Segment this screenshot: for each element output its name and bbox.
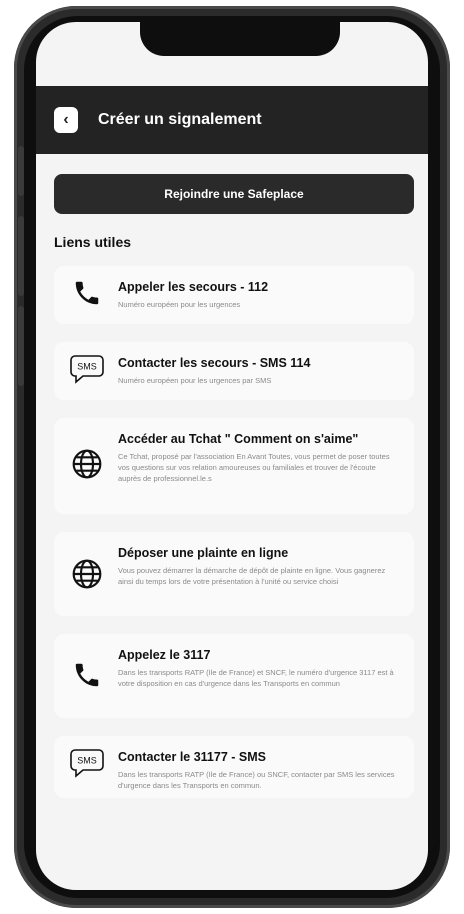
- app-screen: ‹ Créer un signalement Rejoindre une Saf…: [36, 22, 428, 890]
- link-description: Ce Tchat, proposé par l'association En A…: [118, 452, 390, 483]
- link-description: Dans les transports RATP (Ile de France)…: [118, 668, 394, 688]
- link-online-complaint[interactable]: Déposer une plainte en ligne Vous pouvez…: [54, 532, 414, 616]
- app-header: ‹ Créer un signalement: [36, 86, 428, 154]
- page-title: Créer un signalement: [98, 111, 262, 128]
- sms-icon: SMS: [66, 354, 108, 384]
- sms-icon-text: SMS: [77, 362, 97, 372]
- sms-icon-text: SMS: [77, 756, 97, 766]
- useful-links-list: Appeler les secours - 112 Numéro europée…: [54, 266, 414, 816]
- link-description: Numéro européen pour les urgences par SM…: [118, 376, 272, 385]
- link-title: Appeler les secours - 112: [118, 280, 269, 294]
- link-description: Numéro européen pour les urgences: [118, 300, 241, 309]
- link-title: Déposer une plainte en ligne: [118, 546, 289, 560]
- link-title: Contacter le 31177 - SMS: [118, 750, 266, 764]
- back-button[interactable]: ‹: [54, 107, 78, 133]
- camera-notch: [140, 22, 340, 56]
- globe-icon: [66, 558, 108, 590]
- link-description: Dans les transports RATP (Ile de France)…: [118, 770, 395, 790]
- link-title: Contacter les secours - SMS 114: [118, 356, 311, 370]
- phone-icon: [66, 660, 108, 690]
- link-call-3117[interactable]: Appelez le 3117 Dans les transports RATP…: [54, 634, 414, 718]
- link-sms-114[interactable]: SMS Contacter les secours - SMS 114 Numé…: [54, 342, 414, 400]
- sms-icon: SMS: [66, 748, 108, 778]
- link-description: Vous pouvez démarrer la démarche de dépô…: [118, 566, 386, 586]
- phone-icon: [66, 278, 108, 308]
- link-chat-comment-on-s-aime[interactable]: Accéder au Tchat " Comment on s'aime" Ce…: [54, 418, 414, 514]
- join-safeplace-button[interactable]: Rejoindre une Safeplace: [54, 174, 414, 214]
- chevron-left-icon: ‹: [63, 111, 69, 128]
- useful-links-heading: Liens utiles: [54, 234, 132, 250]
- globe-icon: [66, 448, 108, 480]
- link-call-112[interactable]: Appeler les secours - 112 Numéro europée…: [54, 266, 414, 324]
- link-title: Accéder au Tchat " Comment on s'aime": [118, 432, 359, 446]
- link-title: Appelez le 3117: [118, 648, 211, 662]
- link-sms-31177[interactable]: SMS Contacter le 31177 - SMS Dans les tr…: [54, 736, 414, 798]
